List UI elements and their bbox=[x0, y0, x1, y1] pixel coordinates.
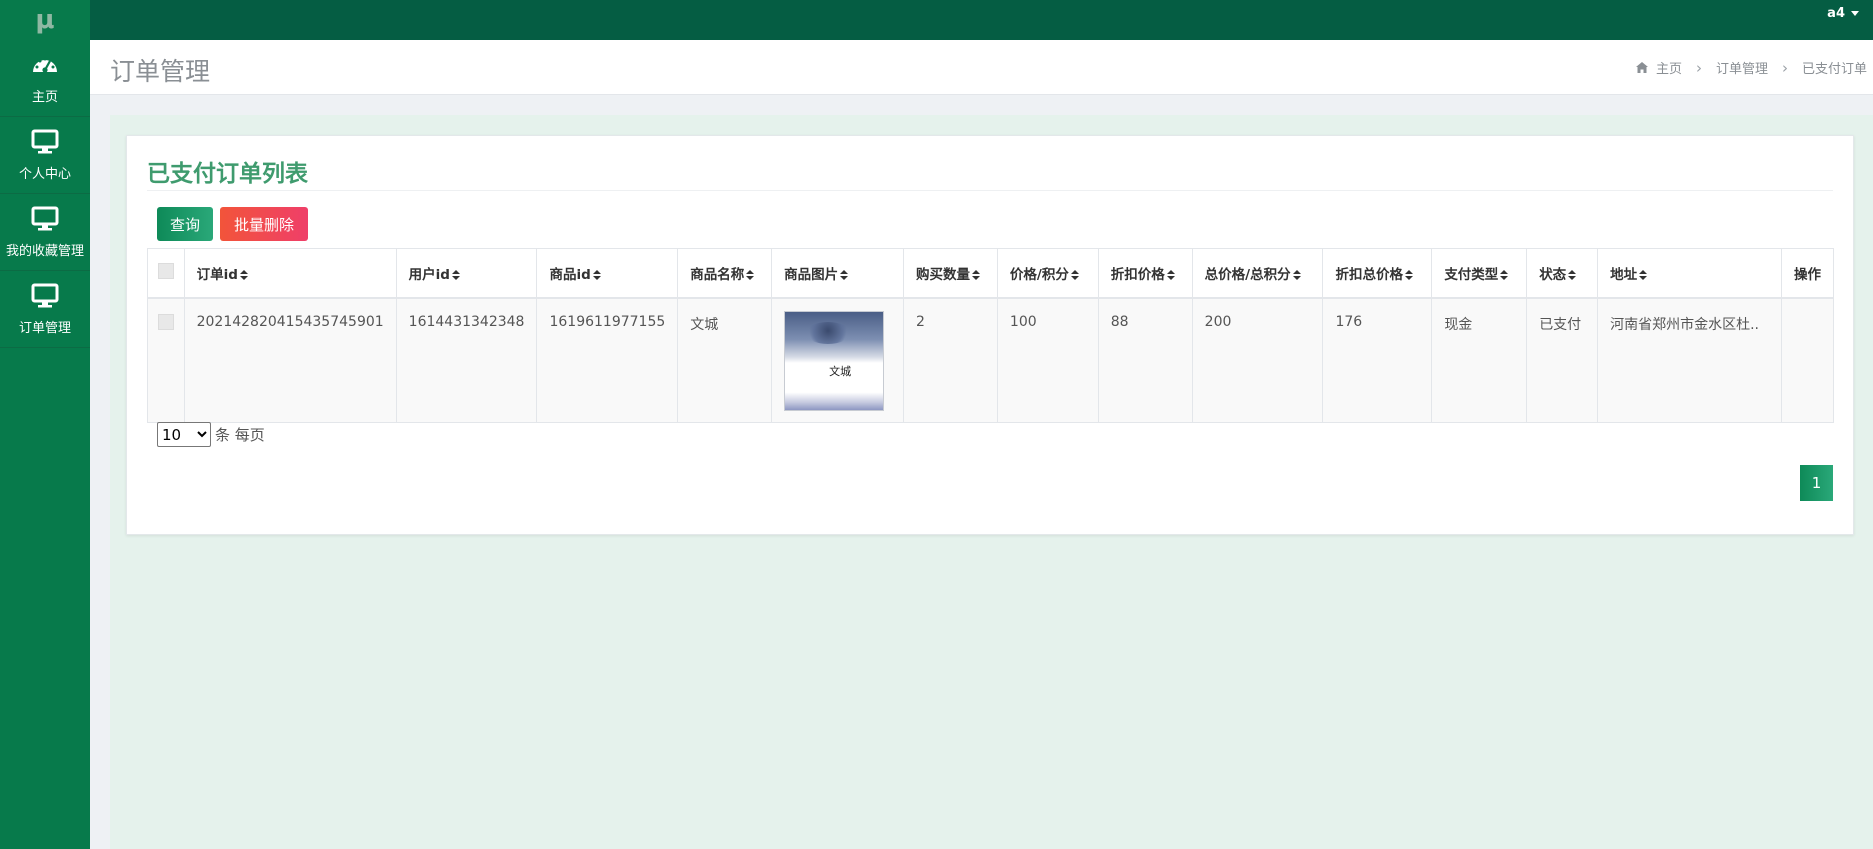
column-header[interactable]: 状态 bbox=[1526, 248, 1599, 299]
cell-user-id: 1614431342348 bbox=[395, 297, 538, 423]
orders-table: 订单id 用户id 商品id 商品名称 商品图片 购买数量 价格/积分 折扣价格… bbox=[147, 248, 1834, 423]
order-list-card: 已支付订单列表 查询 批量删除 订单id 用户id 商品id 商品名称 商品图片… bbox=[126, 135, 1854, 535]
sort-icon bbox=[1166, 269, 1175, 280]
cell-product-name: 文城 bbox=[677, 297, 773, 423]
sidebar-item-personal-center[interactable]: 个人中心 bbox=[0, 117, 90, 194]
breadcrumb: 主页 › 订单管理 › 已支付订单 bbox=[1635, 58, 1867, 77]
sidebar-item-label: 我的收藏管理 bbox=[5, 243, 84, 259]
row-select-cell bbox=[147, 297, 185, 423]
column-header[interactable]: 购买数量 bbox=[903, 248, 998, 299]
page-size-select[interactable]: 10 bbox=[157, 422, 211, 447]
sort-icon bbox=[1404, 269, 1413, 280]
sidebar-item-orders[interactable]: 订单管理 bbox=[0, 271, 90, 348]
cell-quantity: 2 bbox=[903, 297, 998, 423]
column-header[interactable]: 地址 bbox=[1597, 248, 1782, 299]
username: a4 bbox=[1827, 6, 1845, 21]
cell-status: 已支付 bbox=[1526, 297, 1599, 423]
cell-price: 100 bbox=[996, 297, 1099, 423]
sidebar-item-label: 主页 bbox=[31, 89, 58, 105]
sort-icon bbox=[451, 269, 460, 280]
monitor-icon bbox=[31, 283, 59, 307]
column-header[interactable]: 商品名称 bbox=[677, 248, 773, 299]
cell-pay-type: 现金 bbox=[1431, 297, 1528, 423]
top-bar: a4 bbox=[0, 0, 1873, 40]
cell-discount-total: 176 bbox=[1322, 297, 1433, 423]
page-header: 订单管理 主页 › 订单管理 › 已支付订单 bbox=[90, 40, 1873, 95]
caret-down-icon bbox=[1851, 11, 1859, 16]
sort-icon bbox=[1568, 269, 1577, 280]
sidebar-item-favorites[interactable]: 我的收藏管理 bbox=[0, 194, 90, 271]
breadcrumb-current: 已支付订单 bbox=[1801, 62, 1867, 77]
sort-icon bbox=[592, 269, 601, 280]
table-row: 20214282041543574590​1 1614431342348 161… bbox=[147, 297, 1834, 423]
sidebar: μ 主页 个人中心 我的收藏管理 订单管理 bbox=[0, 0, 90, 849]
page-size-label: 条 每页 bbox=[215, 426, 265, 444]
batch-delete-button[interactable]: 批量删除 bbox=[220, 207, 308, 241]
sort-icon bbox=[239, 269, 248, 280]
cell-address: 河南省郑州市金水区杜.. bbox=[1597, 297, 1782, 423]
column-header[interactable]: 折扣价格 bbox=[1097, 248, 1193, 299]
product-image[interactable]: 文城 bbox=[784, 310, 885, 411]
sidebar-item-home[interactable]: 主页 bbox=[0, 40, 90, 117]
chevron-right-icon: › bbox=[1695, 58, 1702, 77]
divider bbox=[147, 190, 1833, 191]
breadcrumb-home[interactable]: 主页 bbox=[1656, 58, 1682, 77]
cover-title: 文城 bbox=[829, 364, 852, 378]
monitor-icon bbox=[31, 129, 59, 153]
column-header[interactable]: 商品id bbox=[536, 248, 679, 299]
page-title: 订单管理 bbox=[110, 57, 211, 86]
sort-icon bbox=[1639, 269, 1648, 280]
table-header-row: 订单id 用户id 商品id 商品名称 商品图片 购买数量 价格/积分 折扣价格… bbox=[147, 248, 1834, 299]
sidebar-item-label: 订单管理 bbox=[18, 320, 71, 336]
column-header[interactable]: 折扣总价格 bbox=[1322, 248, 1433, 299]
select-all-checkbox[interactable] bbox=[157, 262, 174, 279]
select-all-cell bbox=[147, 248, 185, 299]
sort-icon bbox=[746, 269, 755, 280]
user-menu[interactable]: a4 bbox=[1827, 6, 1859, 21]
card-title: 已支付订单列表 bbox=[147, 161, 308, 187]
cover-art bbox=[805, 321, 852, 344]
column-header[interactable]: 用户id bbox=[395, 248, 538, 299]
cell-product-id: 1619611977155 bbox=[536, 297, 679, 423]
page-size-control: 10 条 每页 bbox=[157, 422, 265, 447]
home-icon bbox=[1635, 62, 1648, 73]
dashboard-icon bbox=[33, 57, 57, 73]
cell-discount-price: 88 bbox=[1097, 297, 1193, 423]
query-button[interactable]: 查询 bbox=[157, 207, 213, 241]
cell-total-price: 200 bbox=[1191, 297, 1324, 423]
sort-icon bbox=[1070, 269, 1079, 280]
page-button-1[interactable]: 1 bbox=[1800, 465, 1833, 501]
cell-product-image: 文城 bbox=[771, 297, 905, 423]
sort-icon bbox=[1500, 269, 1509, 280]
sidebar-item-label: 个人中心 bbox=[18, 166, 71, 182]
column-header[interactable]: 价格/积分 bbox=[996, 248, 1099, 299]
cell-order-id: 20214282041543574590​1 bbox=[183, 297, 397, 423]
content-area: 已支付订单列表 查询 批量删除 订单id 用户id 商品id 商品名称 商品图片… bbox=[110, 115, 1873, 849]
sort-icon bbox=[972, 269, 981, 280]
column-header[interactable]: 订单id bbox=[183, 248, 397, 299]
monitor-icon bbox=[31, 206, 59, 230]
column-header[interactable]: 支付类型 bbox=[1431, 248, 1528, 299]
sort-icon bbox=[1292, 269, 1301, 280]
chevron-right-icon: › bbox=[1781, 58, 1788, 77]
column-header[interactable]: 商品图片 bbox=[771, 248, 905, 299]
column-header[interactable]: 总价格/总积分 bbox=[1191, 248, 1324, 299]
sort-icon bbox=[840, 269, 849, 280]
breadcrumb-orders[interactable]: 订单管理 bbox=[1716, 58, 1768, 77]
logo: μ bbox=[35, 5, 55, 35]
row-checkbox[interactable] bbox=[157, 313, 174, 330]
cell-action bbox=[1781, 297, 1834, 423]
column-header: 操作 bbox=[1781, 248, 1834, 299]
